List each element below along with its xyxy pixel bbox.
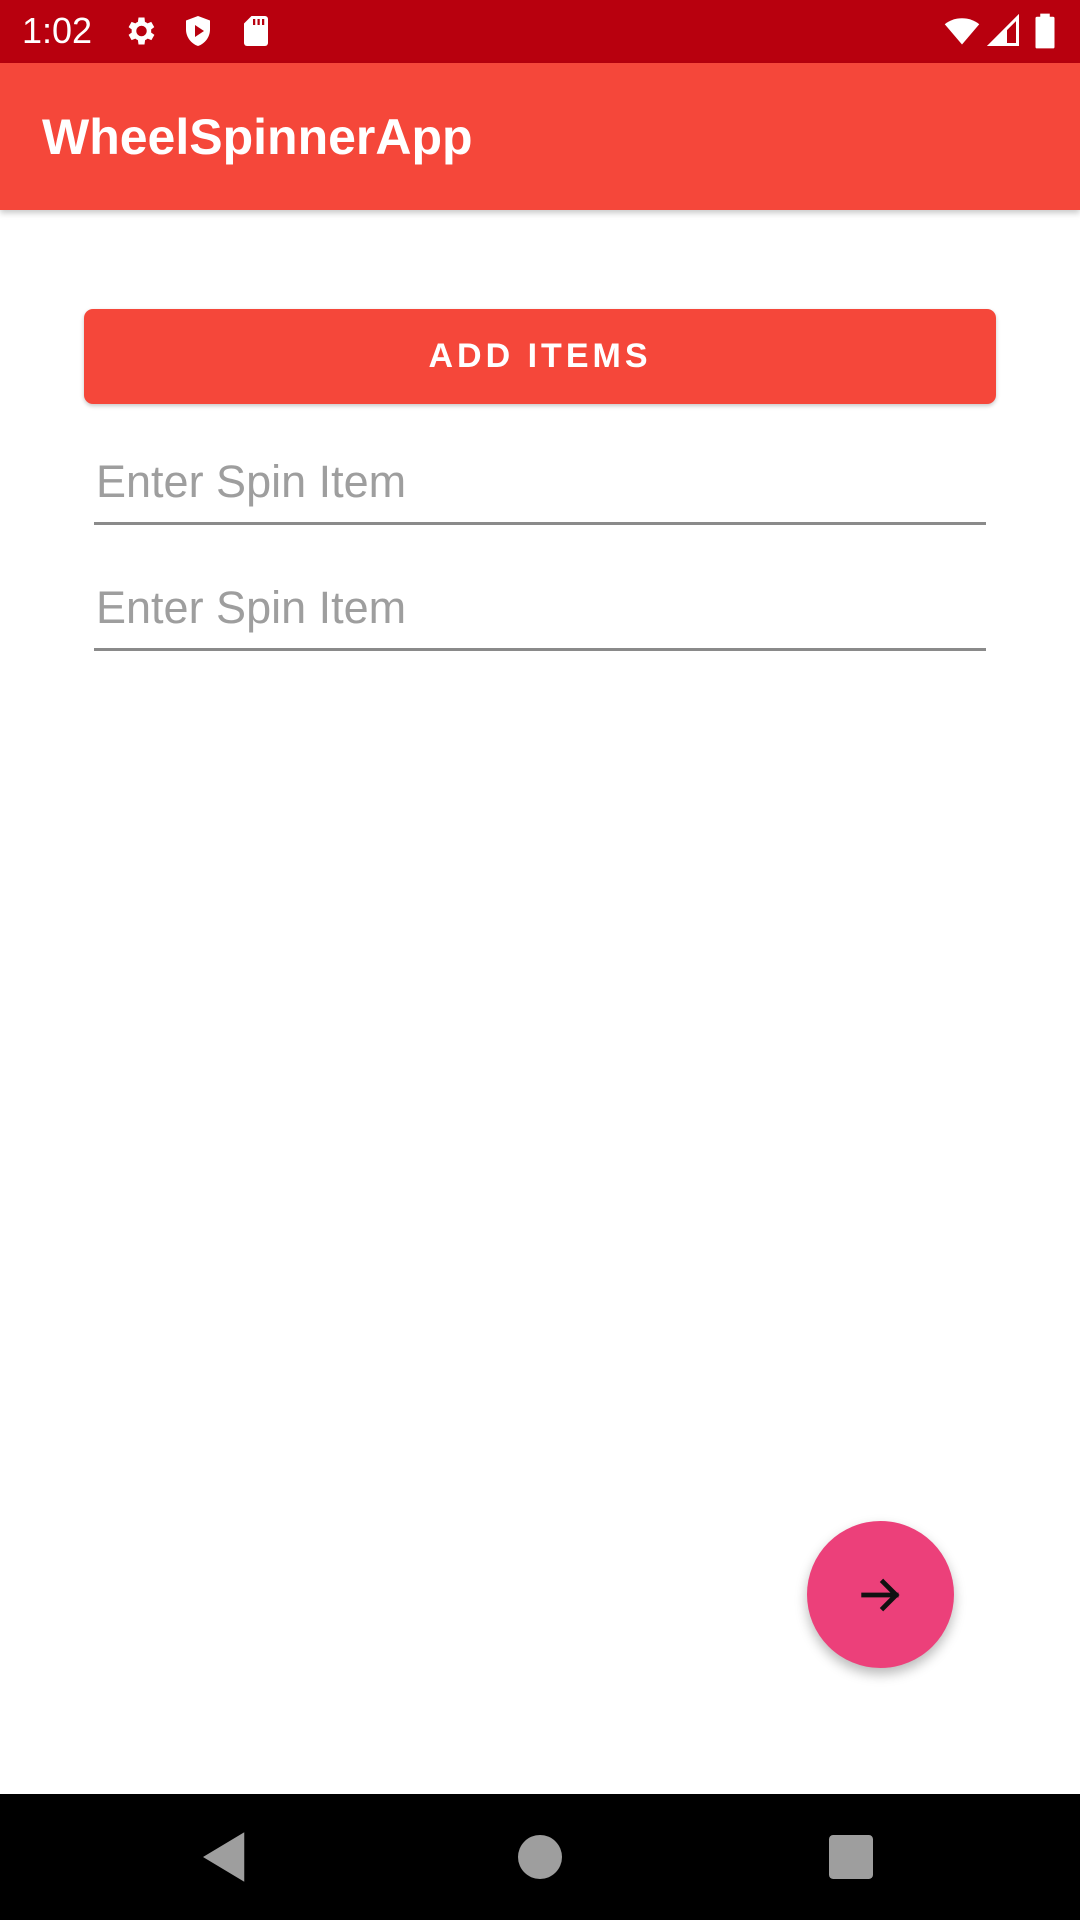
arrow-right-icon	[860, 1578, 900, 1611]
sd-card-icon	[238, 12, 274, 50]
add-items-button[interactable]: ADD ITEMS	[84, 309, 996, 404]
recents-icon[interactable]	[818, 1824, 884, 1890]
next-fab-button[interactable]	[807, 1521, 954, 1668]
spin-item-input-2[interactable]	[94, 575, 986, 651]
back-icon[interactable]	[192, 1824, 258, 1890]
settings-icon	[122, 12, 158, 50]
app-title: WheelSpinnerApp	[42, 109, 473, 165]
app-bar: WheelSpinnerApp	[0, 63, 1080, 210]
cell-signal-icon	[986, 12, 1022, 50]
wifi-icon	[944, 12, 980, 50]
navigation-bar	[0, 1794, 1080, 1920]
battery-icon	[1030, 12, 1060, 50]
status-bar: 1:02	[0, 0, 1080, 63]
home-icon[interactable]	[507, 1824, 573, 1890]
spin-item-input-1[interactable]	[94, 449, 986, 525]
status-time: 1:02	[22, 10, 93, 51]
shield-play-icon	[180, 12, 216, 50]
